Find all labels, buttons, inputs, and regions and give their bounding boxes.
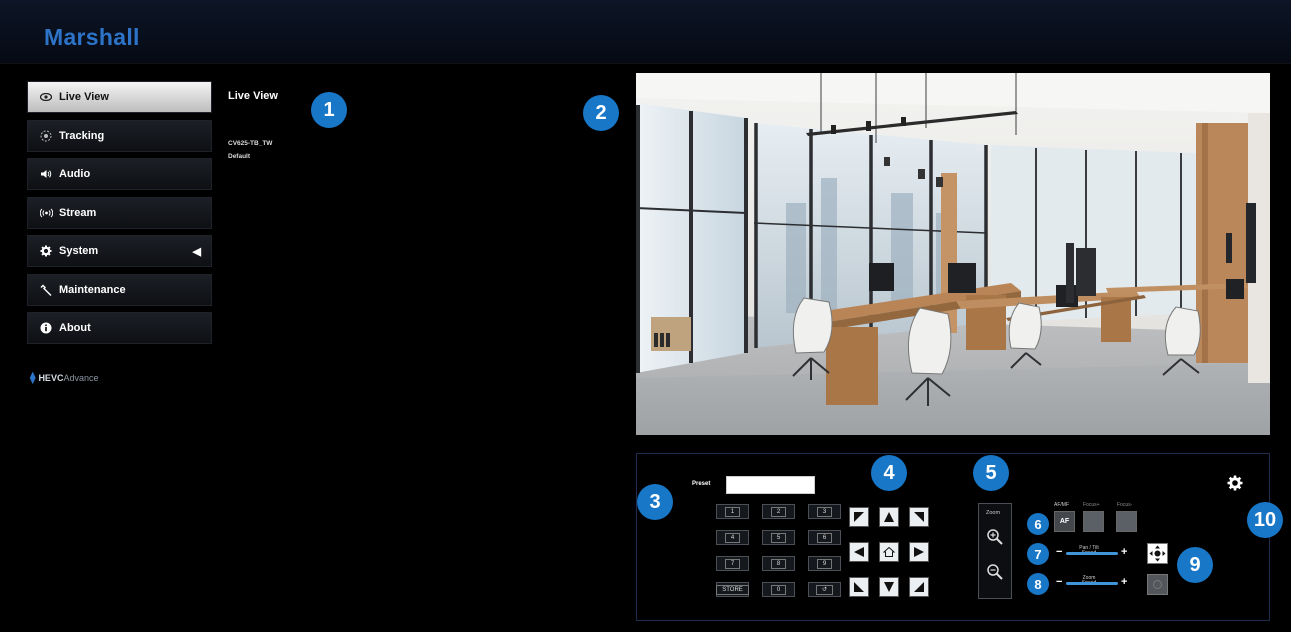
page-title: Live View [228, 90, 278, 102]
pan-tilt-speed-plus[interactable]: + [1121, 546, 1127, 558]
joystick-icon [1149, 545, 1166, 562]
ptz-left-button[interactable] [849, 542, 869, 562]
callout-badge: 10 [1247, 502, 1283, 538]
sidebar-item-label: Maintenance [59, 283, 126, 296]
settings-gear-button[interactable] [1227, 475, 1243, 491]
arrow-up-right-icon [914, 512, 924, 522]
pan-tilt-speed-slider[interactable] [1066, 552, 1118, 555]
sidebar-item-maintenance[interactable]: Maintenance [27, 273, 212, 306]
af-button[interactable]: AF [1054, 511, 1075, 532]
gear-icon [37, 245, 55, 257]
hevc-logo-icon: ⧫ [30, 372, 36, 384]
zoom-control-box [978, 503, 1012, 599]
preset-button-3[interactable]: 3 [808, 504, 841, 519]
sidebar-item-label: Stream [59, 206, 97, 219]
office-scene-image [636, 73, 1270, 435]
sidebar-item-system[interactable]: System ◀ [27, 235, 212, 267]
af-mf-label: AF/MF [1054, 502, 1069, 508]
live-video-feed[interactable] [636, 73, 1270, 435]
sidebar-item-label: System [59, 245, 99, 257]
profile-name: Default [228, 153, 251, 160]
preset-button-7[interactable]: 7 [716, 556, 749, 571]
preset-button-4[interactable]: 4 [716, 530, 749, 545]
ptz-down-right-button[interactable] [909, 577, 929, 597]
focus-plus-label: Focus+ [1083, 502, 1100, 508]
sidebar-item-label: About [59, 322, 91, 334]
preset-button-6[interactable]: 6 [808, 530, 841, 545]
tracking-icon [37, 130, 55, 142]
zoom-speed-plus[interactable]: + [1121, 576, 1127, 588]
ptz-up-left-button[interactable] [849, 507, 869, 527]
arrow-down-icon [884, 582, 894, 592]
caret-left-icon: ◀ [192, 245, 201, 258]
device-name: CV625-TB_TW [228, 140, 273, 147]
marshall-logo: Marshall [44, 24, 140, 50]
sidebar-item-stream[interactable]: Stream [27, 196, 212, 229]
sidebar-item-audio[interactable]: Audio [27, 158, 212, 190]
info-icon [37, 322, 55, 334]
ptz-up-button[interactable] [879, 507, 899, 527]
callout-badge: 5 [973, 455, 1009, 491]
stream-icon [37, 208, 55, 218]
sidebar-item-label: Audio [59, 168, 91, 180]
zoom-in-button[interactable] [986, 528, 1004, 546]
sidebar-item-label: Live View [59, 91, 109, 103]
sidebar-item-about[interactable]: About [27, 312, 212, 344]
sidebar-item-live-view[interactable]: Live View [27, 81, 212, 113]
preset-input[interactable] [726, 476, 815, 494]
preset-button-9[interactable]: 9 [808, 556, 841, 571]
callout-badge: 3 [637, 484, 673, 520]
circle-icon [1153, 580, 1162, 589]
focus-far-button[interactable] [1116, 511, 1137, 532]
focus-near-button[interactable] [1083, 511, 1104, 532]
sidebar-item-tracking[interactable]: Tracking [27, 119, 212, 152]
arrow-down-right-icon [914, 582, 924, 592]
home-icon [883, 546, 895, 557]
preset-button-2[interactable]: 2 [762, 504, 795, 519]
callout-badge: 4 [871, 455, 907, 491]
sidebar-item-label: Tracking [59, 129, 105, 142]
pan-tilt-speed-minus[interactable]: − [1056, 546, 1062, 558]
callout-badge: 8 [1027, 573, 1049, 595]
arrow-up-icon [884, 512, 894, 522]
preset-button-5[interactable]: 5 [762, 530, 795, 545]
callout-badge: 7 [1027, 543, 1049, 565]
preset-button-8[interactable]: 8 [762, 556, 795, 571]
preset-reset-button[interactable]: ↺ [808, 582, 841, 597]
sidebar-nav: Live View Tracking Audio Stream System ◀… [27, 81, 212, 351]
ptz-down-left-button[interactable] [849, 577, 869, 597]
zoom-in-icon [987, 529, 1003, 545]
gear-icon [1227, 475, 1243, 491]
zoom-out-button[interactable] [986, 563, 1004, 581]
ptz-up-right-button[interactable] [909, 507, 929, 527]
callout-badge: 6 [1027, 513, 1049, 535]
arrow-left-icon [854, 547, 864, 557]
zoom-out-icon [987, 564, 1003, 580]
zoom-label: Zoom [986, 510, 1001, 516]
arrow-down-left-icon [854, 582, 864, 592]
zoom-speed-slider[interactable] [1066, 582, 1118, 585]
preset-store-button[interactable]: STORE [716, 582, 749, 597]
secondary-mode-button[interactable] [1147, 574, 1168, 595]
callout-badge: 1 [311, 92, 347, 128]
hevc-advance-logo: ⧫ HEVC Advance [30, 372, 99, 384]
ptz-home-button[interactable] [879, 542, 899, 562]
arrow-right-icon [914, 547, 924, 557]
callout-badge: 2 [583, 95, 619, 131]
preset-label: Preset [692, 481, 711, 487]
callout-badge: 9 [1177, 547, 1213, 583]
arrow-up-left-icon [854, 512, 864, 522]
zoom-speed-minus[interactable]: − [1056, 576, 1062, 588]
speaker-icon [37, 169, 55, 179]
preset-button-1[interactable]: 1 [716, 504, 749, 519]
top-bar: Marshall [0, 0, 1291, 64]
ptz-down-button[interactable] [879, 577, 899, 597]
eye-icon [37, 93, 55, 101]
wrench-icon [37, 284, 55, 296]
preset-button-0[interactable]: 0 [762, 582, 795, 597]
joystick-mode-button[interactable] [1147, 543, 1168, 564]
focus-minus-label: Focus- [1117, 502, 1133, 508]
ptz-right-button[interactable] [909, 542, 929, 562]
